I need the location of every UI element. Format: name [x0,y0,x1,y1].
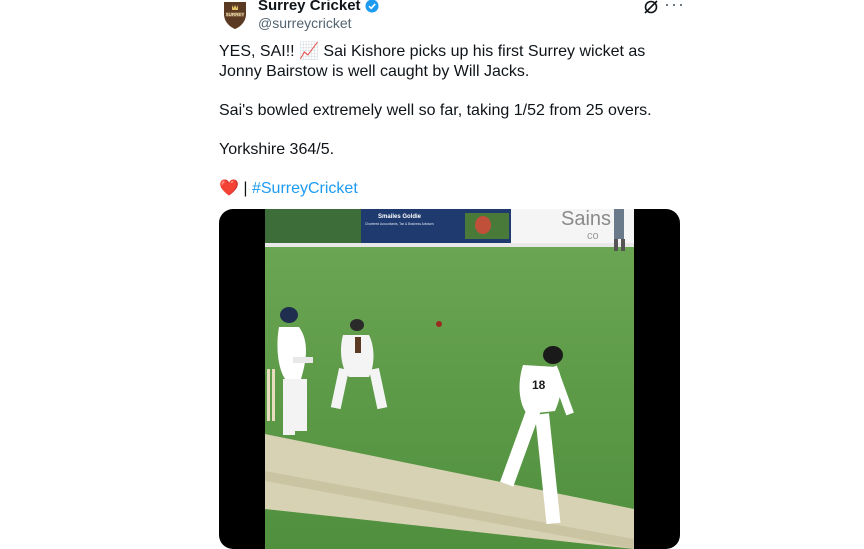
avatar-text: SURREY [226,12,245,17]
billboard-right-text: Sains [561,209,611,230]
grok-icon[interactable] [642,0,660,16]
tweet-line-1: YES, SAI!! 📈 Sai Kishore picks up his fi… [219,43,646,80]
tweet-line-3: Yorkshire 364/5. [219,140,335,158]
verified-badge-icon [365,0,379,13]
hashtag-link[interactable]: #SurreyCricket [252,180,358,197]
heart-emoji: ❤️ [219,179,239,197]
tweet-line-2: Sai's bowled extremely well so far, taki… [219,101,652,119]
more-options-icon[interactable]: ··· [664,0,685,15]
cricket-ball [436,321,442,327]
billboard-tagline: Chartered Accountants, Tax & Business Ad… [365,222,434,226]
account-handle[interactable]: @surreycricket [258,15,352,31]
account-name[interactable]: Surrey Cricket [258,0,361,14]
stumps [267,369,270,421]
tweet-text: YES, SAI!! 📈 Sai Kishore picks up his fi… [219,42,659,198]
account-name-row[interactable]: Surrey Cricket [258,0,379,14]
bowler-shirt-number: 18 [532,378,546,392]
tweet-line-4: ❤️ | #SurreyCricket [219,179,659,199]
billboard-right-text-2: co [587,230,599,242]
separator: | [238,179,252,197]
profile-avatar[interactable]: SURREY [221,0,249,30]
video-player[interactable]: Smailes Goldie Chartered Accountants, Ta… [219,209,680,549]
billboard-left [265,209,361,243]
video-frame[interactable]: Smailes Goldie Chartered Accountants, Ta… [265,209,634,549]
billboard-brand: Smailes Goldie [378,214,422,220]
